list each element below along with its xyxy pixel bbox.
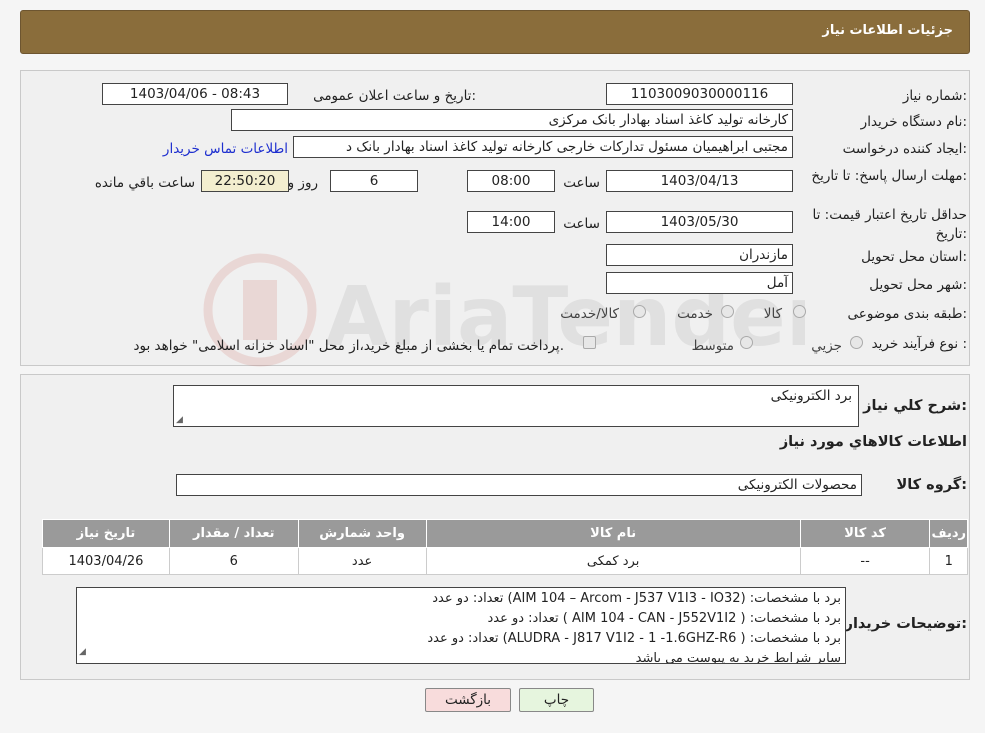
creator-field: مجتبی ابراهیمیان مسئول تدارکات خارجی کار…	[293, 136, 793, 158]
process-option-medium: متوسط	[691, 338, 734, 354]
col-quantity: تعداد / مقدار	[168, 519, 299, 548]
buyer-note-line: برد با مشخصات: ( AIM 104 - CAN - J552V1I…	[487, 611, 841, 626]
goods-group-field: محصولات الکترونیکی	[176, 474, 862, 496]
col-unit: واحد شمارش	[297, 519, 427, 548]
goods-table: رديف کد کالا نام کالا واحد شمارش تعداد /…	[42, 519, 968, 575]
process-note: پرداخت تمام یا بخشی از مبلغ خرید،از محل …	[133, 338, 564, 354]
table-header-row: رديف کد کالا نام کالا واحد شمارش تعداد /…	[42, 519, 968, 548]
buyer-note-line: سایر شرایط خرید به پیوست می باشد	[635, 651, 841, 664]
deadline-date-field: 1403/04/13	[606, 170, 793, 192]
print-button[interactable]: چاپ	[519, 688, 594, 712]
col-item-code: کد کالا	[799, 519, 931, 548]
city-field: آمل	[606, 272, 793, 294]
process-checkbox-treasury[interactable]	[583, 336, 596, 349]
cell-unit: عدد	[297, 547, 427, 575]
creator-label: ایجاد کننده درخواست:	[842, 141, 967, 157]
resize-grip-icon[interactable]: ◢	[79, 642, 86, 662]
validity-label: حداقل تاریخ اعتبار قیمت: تا تاریخ:	[812, 207, 967, 242]
need-number-field: 1103009030000116	[606, 83, 793, 105]
remaining-label: ساعت باقي مانده	[94, 175, 195, 191]
announce-label: تاریخ و ساعت اعلان عمومی:	[313, 88, 476, 104]
buyer-org-field: کارخانه تولید کاغذ اسناد بهادار بانک مرک…	[231, 109, 793, 131]
process-label: نوع فرآیند خرید :	[871, 336, 967, 352]
category-option-goods-service: کالا/خدمت	[560, 306, 619, 322]
category-radio-goods[interactable]	[793, 305, 806, 318]
days-field: 6	[330, 170, 418, 192]
validity-date-field: 1403/05/30	[606, 211, 793, 233]
deadline-time-label: ساعت	[563, 175, 600, 191]
validity-time-label: ساعت	[563, 216, 600, 232]
deadline-label: مهلت ارسال پاسخ: تا تاریخ:	[811, 168, 967, 184]
page-header: جزئیات اطلاعات نیاز	[20, 10, 970, 54]
col-need-date: تاريخ نياز	[42, 519, 170, 548]
back-button[interactable]: بازگشت	[425, 688, 511, 712]
days-label: روز و	[287, 175, 318, 191]
col-row-number: رديف	[929, 519, 968, 548]
cell-quantity: 6	[168, 547, 299, 575]
province-label: استان محل تحویل:	[861, 249, 967, 265]
buyer-notes-label: توضيحات خريدار:	[844, 616, 967, 632]
remaining-time-field: 22:50:20	[201, 170, 289, 192]
buyer-note-line: برد با مشخصات: (AIM 104 – Arcom - J537 V…	[432, 591, 841, 606]
description-text: برد الکترونیکی	[770, 388, 852, 404]
buyer-contact-link[interactable]: اطلاعات تماس خریدار	[163, 141, 288, 157]
city-label: شهر محل تحویل:	[869, 277, 967, 293]
description-textarea: برد الکترونیکی ◢	[173, 385, 859, 427]
announce-datetime-field: 1403/04/06 - 08:43	[102, 83, 288, 105]
buyer-org-label: نام دستگاه خریدار:	[860, 114, 967, 130]
need-number-label: شماره نیاز:	[902, 88, 967, 104]
buyer-note-line: برد با مشخصات: ( ALUDRA - J817 V1I2 - 1 …	[427, 631, 841, 646]
goods-group-label: گروه کالا:	[896, 477, 967, 493]
province-field: مازندران	[606, 244, 793, 266]
col-item-name: نام کالا	[425, 519, 801, 548]
category-option-goods: کالا	[763, 306, 782, 322]
process-radio-minor[interactable]	[850, 336, 863, 349]
cell-item-name: برد کمکی	[425, 547, 801, 575]
category-radio-service[interactable]	[721, 305, 734, 318]
cell-need-date: 1403/04/26	[42, 547, 170, 575]
validity-time-field: 14:00	[467, 211, 555, 233]
category-radio-goods-service[interactable]	[633, 305, 646, 318]
process-option-minor: جزيي	[811, 338, 842, 354]
goods-info-title: اطلاعات کالاهاي مورد نياز	[779, 434, 967, 450]
table-row: 1 -- برد کمکی عدد 6 1403/04/26	[42, 547, 968, 575]
buyer-notes-textarea: برد با مشخصات: (AIM 104 – Arcom - J537 V…	[76, 587, 846, 664]
description-label: شرح کلي نياز:	[863, 398, 967, 414]
cell-item-code: --	[799, 547, 931, 575]
category-option-service: خدمت	[677, 306, 713, 322]
page-title: جزئیات اطلاعات نیاز	[822, 23, 953, 38]
cell-row-number: 1	[929, 547, 968, 575]
process-radio-medium[interactable]	[740, 336, 753, 349]
deadline-time-field: 08:00	[467, 170, 555, 192]
resize-grip-icon[interactable]: ◢	[176, 415, 183, 425]
category-label: طبقه بندی موضوعی:	[847, 306, 967, 322]
